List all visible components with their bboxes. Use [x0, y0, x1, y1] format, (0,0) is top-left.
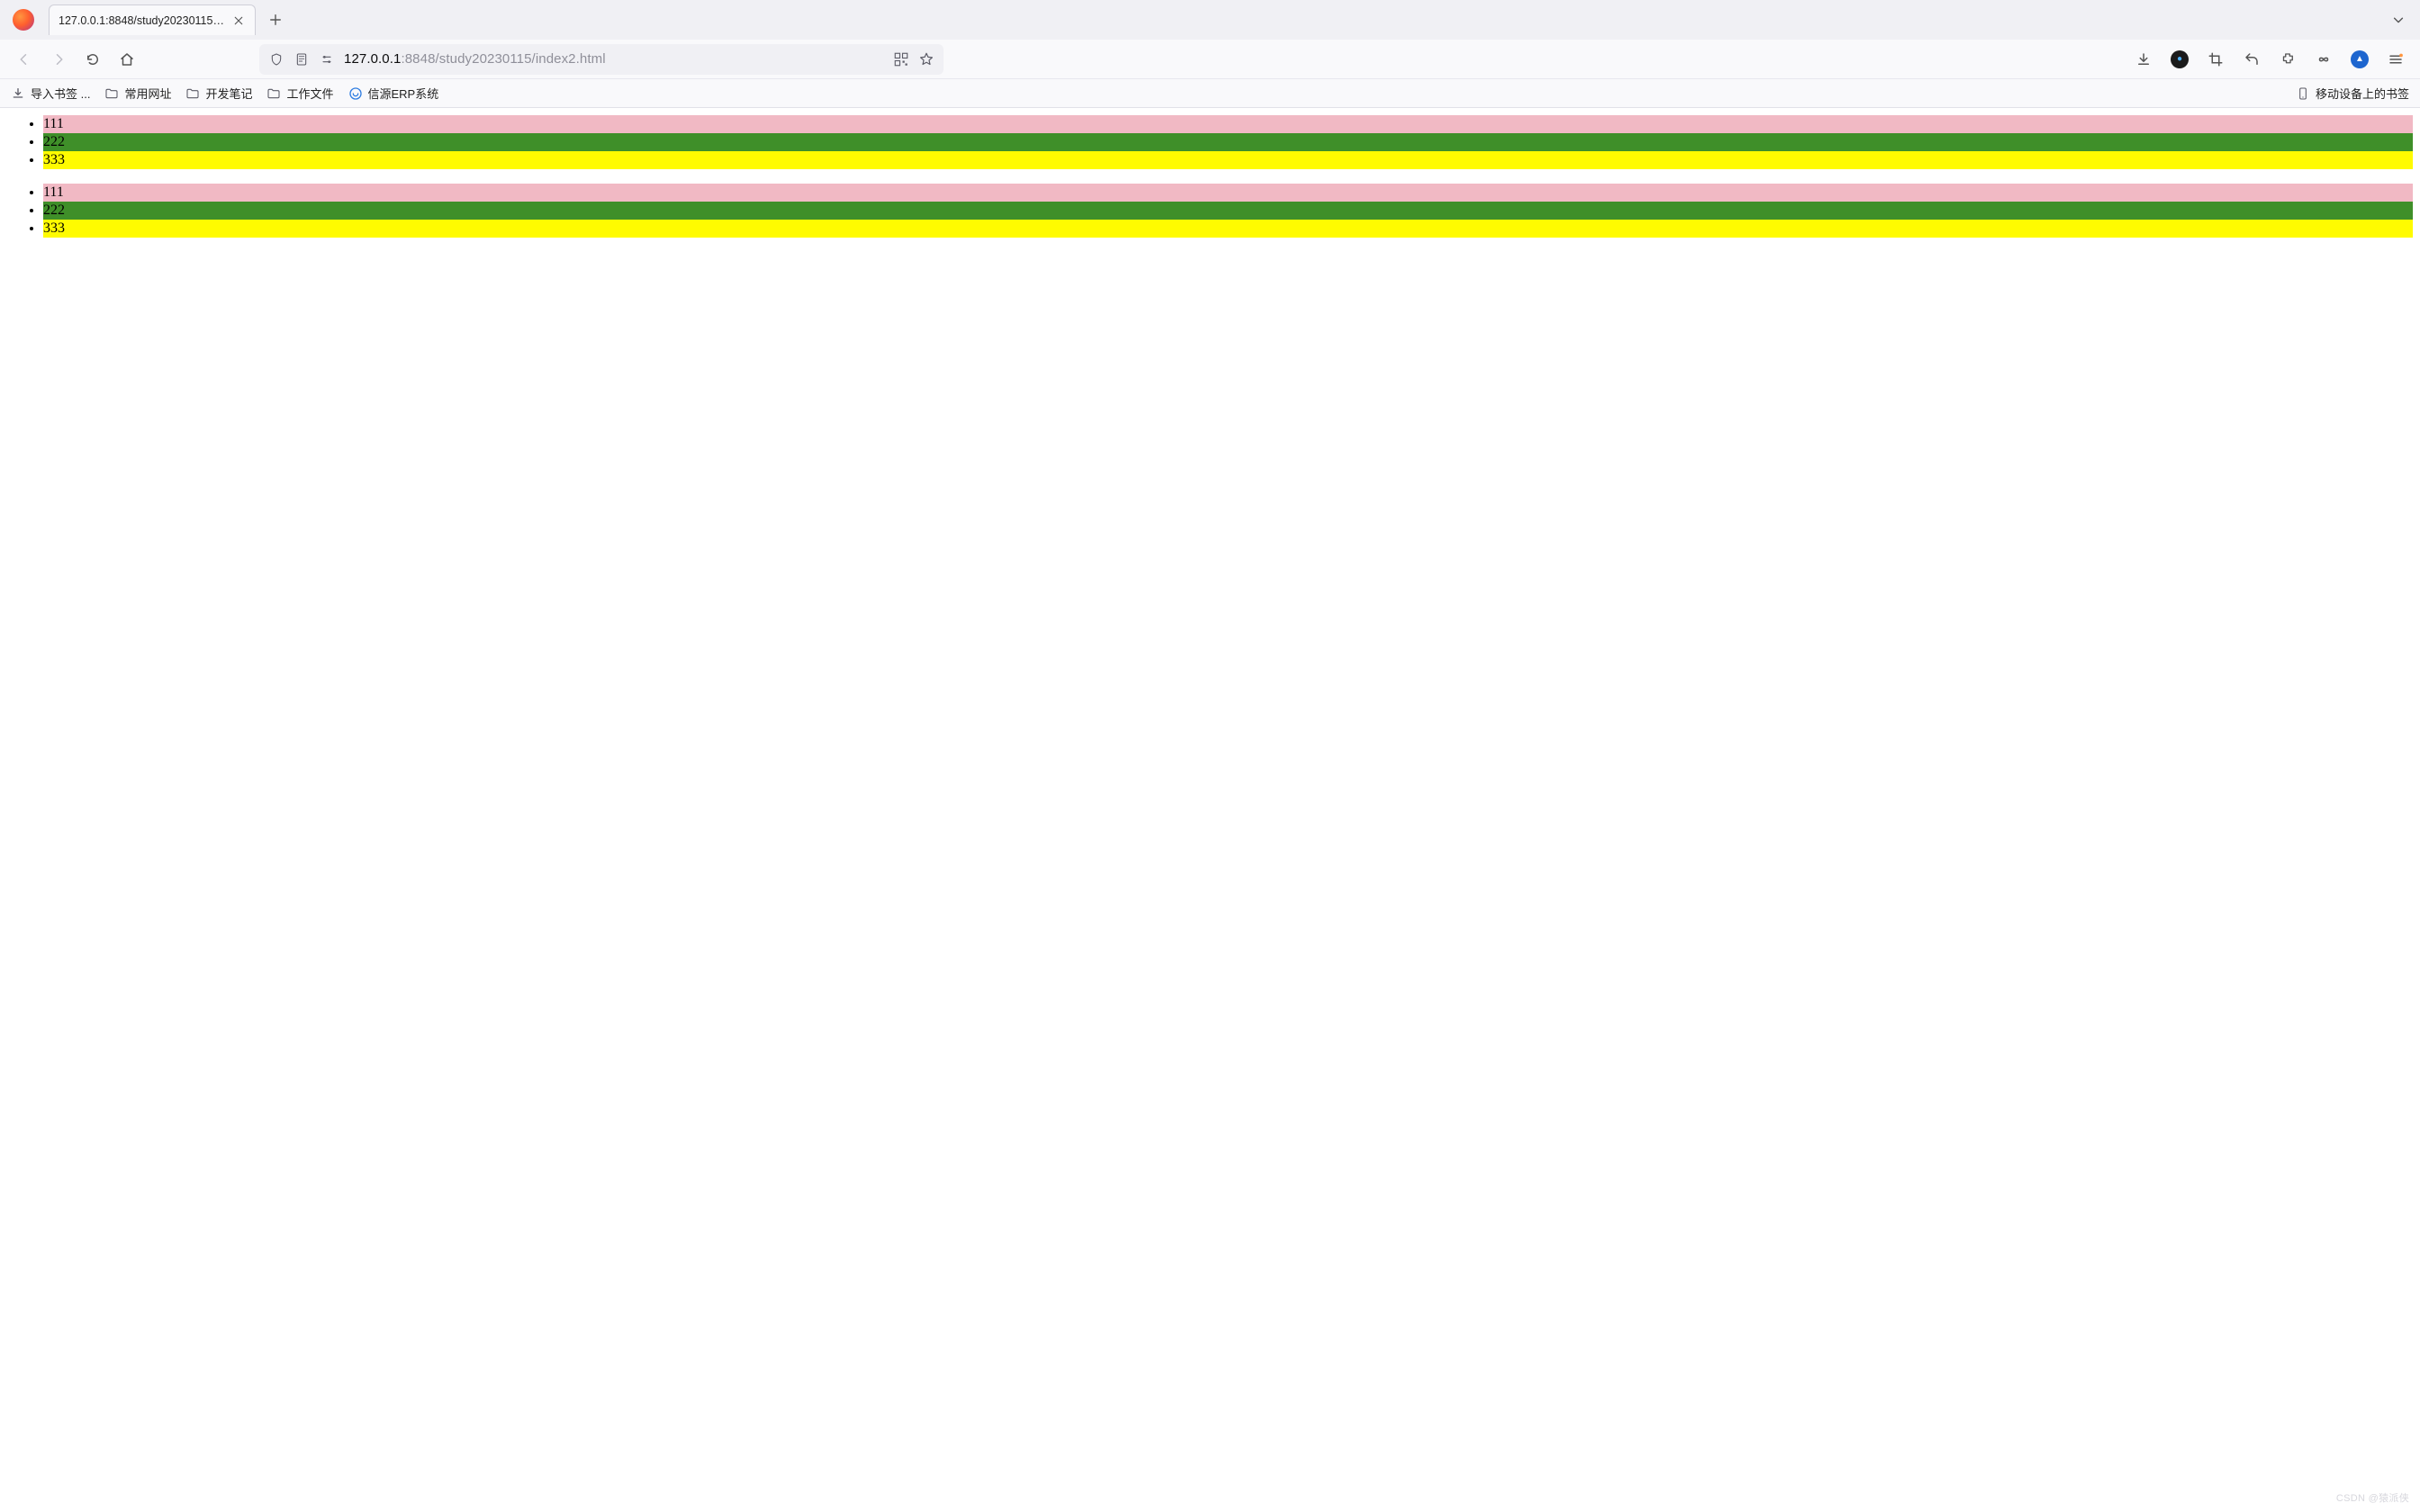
erp-favicon [348, 86, 363, 101]
list-item: 222 [43, 202, 2413, 220]
forward-button[interactable] [45, 46, 72, 73]
list-item: 333 [43, 220, 2413, 238]
reload-button[interactable] [79, 46, 106, 73]
shield-icon[interactable] [268, 51, 284, 68]
extensions-button[interactable] [2274, 46, 2301, 73]
folder-icon [266, 86, 281, 101]
bookmarks-bar: 导入书签 ... 常用网址 开发笔记 工作文件 信源ERP系统 移动设备上的书签 [0, 79, 2420, 108]
bookmark-label: 工作文件 [286, 85, 333, 102]
nav-toolbar: 127.0.0.1:8848/study20230115/index2.html… [0, 40, 2420, 79]
watermark: CSDN @猿派侠 [2336, 1490, 2409, 1505]
bookmark-folder-workfiles[interactable]: 工作文件 [265, 82, 335, 104]
screenshot-crop-icon[interactable] [2202, 46, 2229, 73]
list-item: 111 [43, 184, 2413, 202]
bookmark-label: 信源ERP系统 [368, 85, 439, 102]
url-text[interactable]: 127.0.0.1:8848/study20230115/index2.html [344, 51, 884, 67]
folder-icon [185, 86, 200, 101]
bookmark-label: 常用网址 [124, 85, 171, 102]
bookmark-folder-devnotes[interactable]: 开发笔记 [184, 82, 254, 104]
permissions-icon[interactable] [319, 51, 335, 68]
list-item: 111 [43, 115, 2413, 133]
url-host: 127.0.0.1 [344, 51, 401, 67]
firefox-logo [13, 9, 34, 31]
tab-bar: 127.0.0.1:8848/study20230115/index2.html [0, 0, 2420, 40]
url-bar[interactable]: 127.0.0.1:8848/study20230115/index2.html [259, 44, 944, 75]
extension-icon-2[interactable]: ▲ [2346, 46, 2373, 73]
tab-title: 127.0.0.1:8848/study20230115/index2.html [59, 14, 224, 27]
list-2: 111 222 333 [7, 184, 2413, 238]
list-all-tabs-icon[interactable] [2386, 7, 2411, 32]
nav-right-group: ● ▲ [2130, 46, 2409, 73]
nav-left-group [11, 46, 140, 73]
import-icon [11, 86, 25, 101]
bookmark-star-icon[interactable] [918, 51, 935, 68]
page-content: 111 222 333 111 222 333 [0, 108, 2420, 259]
url-path: :8848/study20230115/index2.html [401, 51, 605, 67]
folder-icon [104, 86, 119, 101]
page-info-icon[interactable] [293, 51, 310, 68]
bookmark-folder-common[interactable]: 常用网址 [103, 82, 173, 104]
mobile-device-icon [2296, 86, 2310, 101]
extension-icon-1[interactable]: ● [2166, 46, 2193, 73]
list-item: 333 [43, 151, 2413, 169]
bookmark-label: 移动设备上的书签 [2316, 85, 2409, 102]
home-button[interactable] [113, 46, 140, 73]
bookmark-label: 导入书签 ... [31, 85, 90, 102]
bookmark-label: 开发笔记 [205, 85, 252, 102]
bookmark-import[interactable]: 导入书签 ... [9, 82, 92, 104]
downloads-button[interactable] [2130, 46, 2157, 73]
browser-tab[interactable]: 127.0.0.1:8848/study20230115/index2.html [49, 4, 256, 35]
qr-icon[interactable] [893, 51, 909, 68]
list-item: 222 [43, 133, 2413, 151]
list-1: 111 222 333 [7, 115, 2413, 169]
bookmark-erp[interactable]: 信源ERP系统 [347, 82, 441, 104]
app-menu-button[interactable] [2382, 46, 2409, 73]
infinity-icon[interactable] [2310, 46, 2337, 73]
bookmark-mobile[interactable]: 移动设备上的书签 [2294, 82, 2411, 104]
undo-icon[interactable] [2238, 46, 2265, 73]
back-button[interactable] [11, 46, 38, 73]
new-tab-button[interactable] [261, 5, 290, 34]
close-tab-icon[interactable] [231, 14, 246, 28]
